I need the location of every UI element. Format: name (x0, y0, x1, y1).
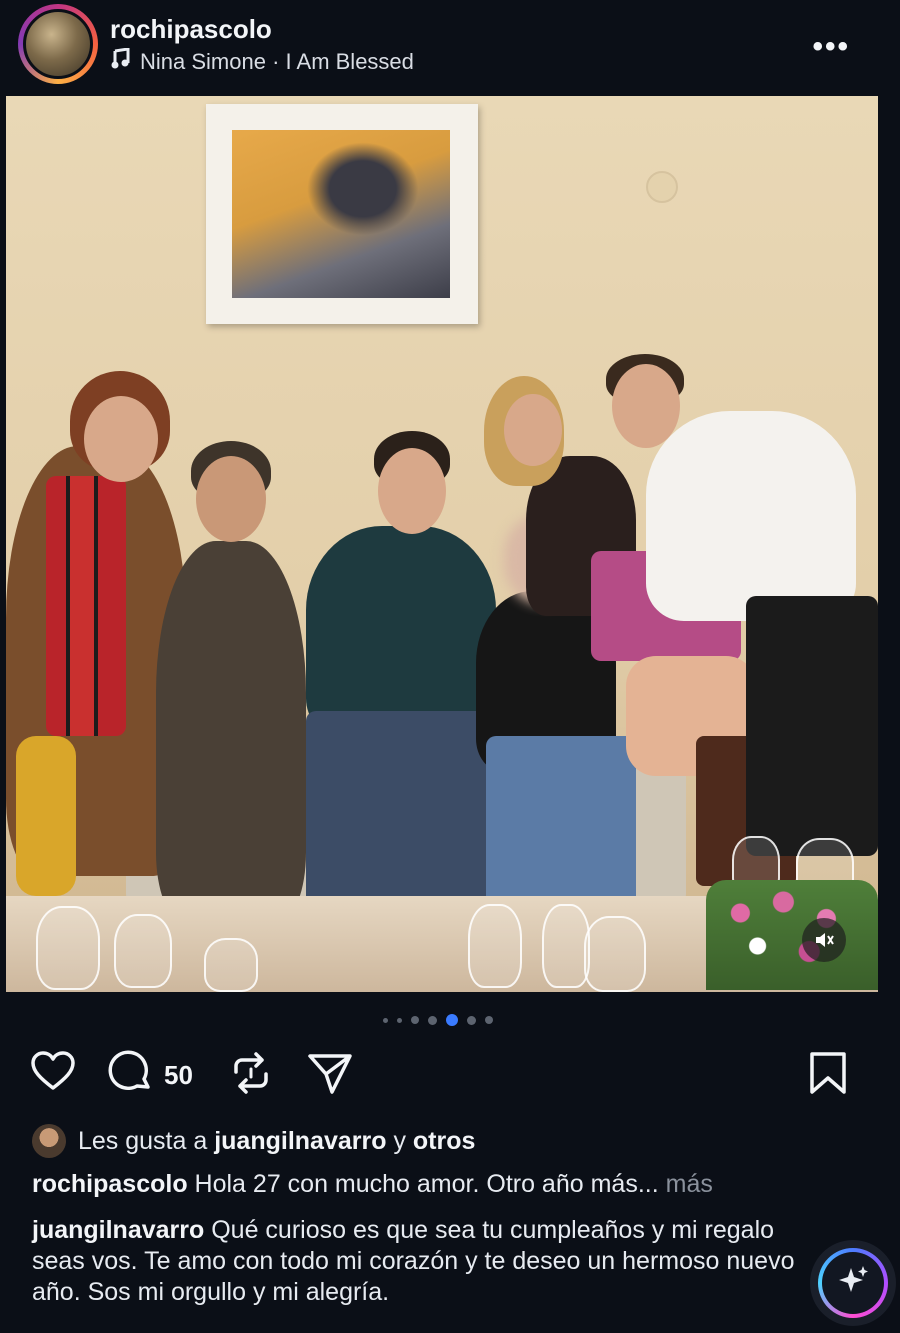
flower-bouquet (706, 880, 878, 990)
post-photo[interactable] (6, 96, 878, 992)
like-button[interactable] (30, 1050, 76, 1097)
repost-icon (228, 1050, 274, 1101)
wall-plate (646, 171, 678, 203)
sparkle-icon (836, 1264, 870, 1303)
comment-bubble-icon (108, 1050, 154, 1101)
carousel-dot (485, 1016, 493, 1024)
ai-assistant-button[interactable] (810, 1240, 896, 1326)
speaker-muted-icon[interactable] (802, 918, 846, 962)
music-track: Nina Simone · I Am Blessed (140, 49, 414, 74)
heart-icon (30, 1050, 76, 1097)
carousel-dot (383, 1017, 388, 1023)
person (156, 541, 306, 921)
caption-text: Hola 27 con mucho amor. Otro año más... (194, 1170, 659, 1198)
more-options-icon[interactable]: ••• (812, 30, 850, 64)
likes-connector: y (393, 1126, 406, 1155)
liker-username[interactable]: juangilnavarro (214, 1127, 386, 1155)
caption-more-link[interactable]: más (666, 1170, 713, 1198)
save-button[interactable] (808, 1050, 848, 1101)
post-username[interactable]: rochipascolo (110, 14, 272, 45)
comment-button[interactable]: 50 (108, 1050, 193, 1101)
repost-button[interactable] (228, 1050, 274, 1101)
carousel-dot (467, 1015, 476, 1025)
comment: juangilnavarro Qué curioso es que sea tu… (32, 1215, 802, 1308)
story-ring[interactable] (18, 4, 98, 84)
carousel-dot (428, 1015, 437, 1025)
carousel-indicator (0, 1014, 888, 1026)
person (306, 526, 496, 736)
painting (206, 104, 478, 324)
liker-avatar[interactable] (32, 1124, 66, 1158)
comment-count: 50 (164, 1060, 193, 1090)
carousel-dot (446, 1014, 458, 1026)
post-caption: rochipascolo Hola 27 con mucho amor. Otr… (32, 1170, 713, 1199)
avatar[interactable] (23, 9, 93, 79)
caption-username[interactable]: rochipascolo (32, 1170, 188, 1198)
send-icon (306, 1050, 354, 1101)
scarf (46, 476, 126, 736)
likes-prefix: Les gusta a (78, 1126, 208, 1155)
music-note-icon (110, 47, 130, 76)
bookmark-icon (808, 1050, 848, 1101)
person (646, 411, 856, 621)
comment-username[interactable]: juangilnavarro (32, 1216, 204, 1244)
action-bar: 50 (0, 1050, 900, 1110)
carousel-dot (397, 1017, 402, 1023)
carousel-dot (411, 1016, 419, 1024)
share-button[interactable] (306, 1050, 354, 1101)
music-label[interactable]: Nina Simone · I Am Blessed (110, 47, 414, 76)
likes-summary[interactable]: Les gusta a juangilnavarro y otros (32, 1124, 475, 1158)
post-header: rochipascolo Nina Simone · I Am Blessed … (0, 0, 900, 96)
likes-others[interactable]: otros (413, 1127, 476, 1155)
